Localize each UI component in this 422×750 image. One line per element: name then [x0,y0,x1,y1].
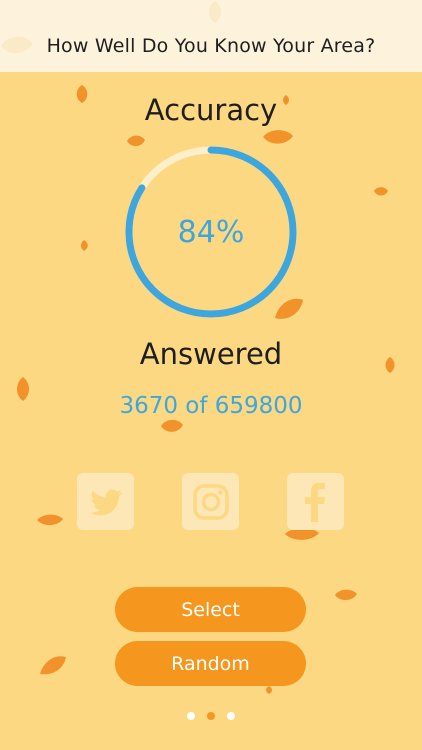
leaf-decoration-icon [263,130,293,144]
twitter-icon [89,489,122,515]
accuracy-title: Accuracy [144,93,278,127]
leaf-decoration-icon [335,589,357,601]
instagram-icon [192,483,229,520]
leaf-decoration-icon [40,656,66,675]
answered-count: 3670 of 659800 [119,393,303,419]
page-title: How Well Do You Know Your Area? [46,35,376,57]
leaf-decoration-icon [1,36,33,54]
random-button[interactable]: Random [115,641,306,686]
leaf-decoration-icon [374,187,388,196]
leaf-decoration-icon [209,1,221,23]
answered-title: Answered [139,337,283,371]
page-indicator [0,712,422,720]
select-button[interactable]: Select [115,587,306,632]
leaf-decoration-icon [161,419,183,432]
twitter-share-button[interactable] [77,473,134,530]
leaf-decoration-icon [81,240,88,251]
leaf-decoration-icon [266,686,272,694]
facebook-icon [304,482,325,522]
page-dot[interactable] [227,712,235,720]
page-dot[interactable] [207,712,215,720]
accuracy-percent: 84% [177,214,245,250]
instagram-share-button[interactable] [182,473,239,530]
page-dot[interactable] [187,712,195,720]
facebook-share-button[interactable] [287,473,344,530]
leaf-decoration-icon [37,514,63,526]
